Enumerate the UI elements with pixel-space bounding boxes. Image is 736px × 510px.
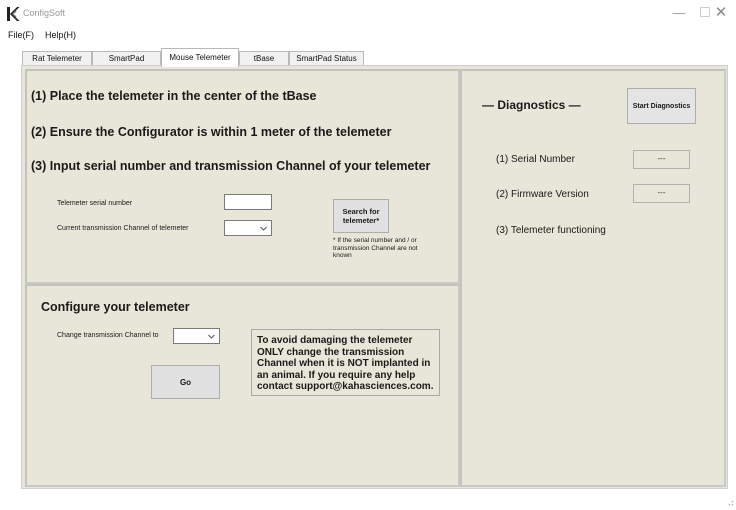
telemeter-functioning-label: (3) Telemeter functioning [496, 225, 606, 236]
chevron-down-icon [260, 226, 267, 231]
change-channel-label: Change transmission Channel to [57, 332, 159, 339]
serial-number-diag-label: (1) Serial Number [496, 154, 575, 165]
warning-box: To avoid damaging the telemeter ONLY cha… [251, 329, 440, 396]
diagnostics-heading: — Diagnostics — [482, 98, 581, 112]
step-2-text: (2) Ensure the Configurator is within 1 … [31, 125, 392, 139]
start-diagnostics-button[interactable]: Start Diagnostics [627, 88, 696, 124]
title-bar: ConfigSoft — ✕ [0, 0, 736, 28]
menu-file[interactable]: File(F) [8, 30, 34, 40]
maximize-button[interactable] [700, 7, 710, 17]
menu-bar: File(F) Help(H) [0, 28, 736, 43]
search-footnote: * If the serial number and / or transmis… [333, 237, 418, 259]
configure-heading: Configure your telemeter [41, 300, 190, 314]
current-channel-label: Current transmission Channel of telemete… [57, 225, 189, 232]
resize-grip-icon[interactable] [726, 498, 734, 506]
diagnostics-panel: — Diagnostics — Start Diagnostics (1) Se… [460, 69, 726, 487]
chevron-down-icon [208, 334, 215, 339]
k-logo-icon [7, 7, 20, 21]
configure-panel: Configure your telemeter Change transmis… [25, 284, 460, 487]
close-button[interactable]: ✕ [710, 4, 732, 24]
tab-content: (1) Place the telemeter in the center of… [21, 65, 728, 489]
search-telemeter-button[interactable]: Search for telemeter* [333, 199, 389, 233]
serial-number-diag-value: --- [633, 150, 690, 169]
instructions-panel: (1) Place the telemeter in the center of… [25, 69, 460, 284]
firmware-version-value: --- [633, 184, 690, 203]
step-1-text: (1) Place the telemeter in the center of… [31, 89, 317, 103]
menu-help[interactable]: Help(H) [45, 30, 76, 40]
minimize-button[interactable]: — [672, 6, 686, 20]
change-channel-select[interactable] [173, 328, 220, 344]
window-title: ConfigSoft [23, 8, 66, 18]
step-3-text: (3) Input serial number and transmission… [31, 159, 431, 173]
serial-number-label: Telemeter serial number [57, 200, 133, 207]
go-button[interactable]: Go [151, 365, 220, 399]
tab-mouse-telemeter[interactable]: Mouse Telemeter [161, 48, 239, 67]
serial-number-input[interactable] [224, 194, 272, 210]
firmware-version-label: (2) Firmware Version [496, 189, 589, 200]
current-channel-select[interactable] [224, 220, 272, 236]
